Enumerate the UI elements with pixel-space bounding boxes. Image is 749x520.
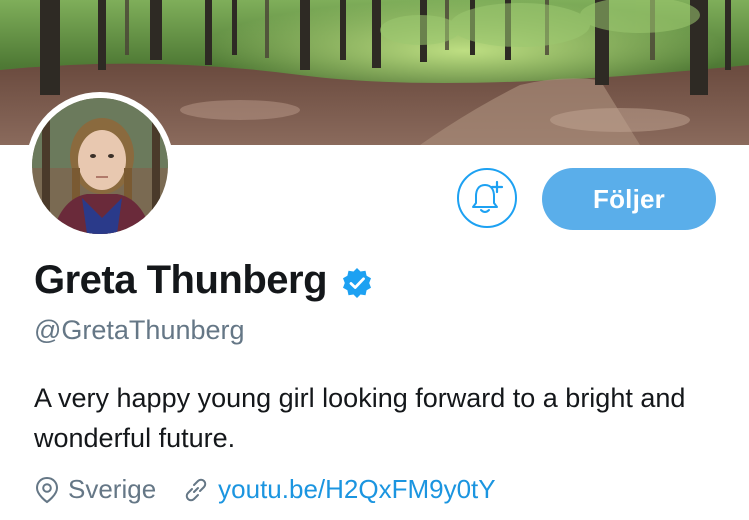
- following-button[interactable]: Följer: [542, 168, 716, 230]
- profile-display-name: Greta Thunberg: [34, 258, 328, 302]
- avatar-frame: [26, 92, 174, 240]
- notifications-toggle-button[interactable]: [457, 168, 517, 228]
- map-pin-icon: [34, 476, 60, 504]
- verified-badge-icon: [343, 267, 372, 298]
- avatar[interactable]: [32, 98, 168, 234]
- profile-website[interactable]: youtu.be/H2QxFM9y0tY: [182, 474, 496, 505]
- profile-meta-row: Sverige youtu.be/H2QxFM9y0tY: [34, 474, 522, 505]
- link-icon: [182, 476, 210, 504]
- profile-page: Följer Greta Thunberg @GretaThunberg A v…: [0, 0, 749, 520]
- profile-bio: A very happy young girl looking forward …: [34, 383, 686, 453]
- location-text: Sverige: [68, 474, 157, 504]
- website-link[interactable]: youtu.be/H2QxFM9y0tY: [218, 474, 495, 505]
- profile-location: Sverige: [34, 474, 156, 505]
- profile-handle: @GretaThunberg: [34, 315, 245, 345]
- profile-name-row: Greta Thunberg: [34, 258, 373, 303]
- bell-plus-icon: [472, 180, 504, 213]
